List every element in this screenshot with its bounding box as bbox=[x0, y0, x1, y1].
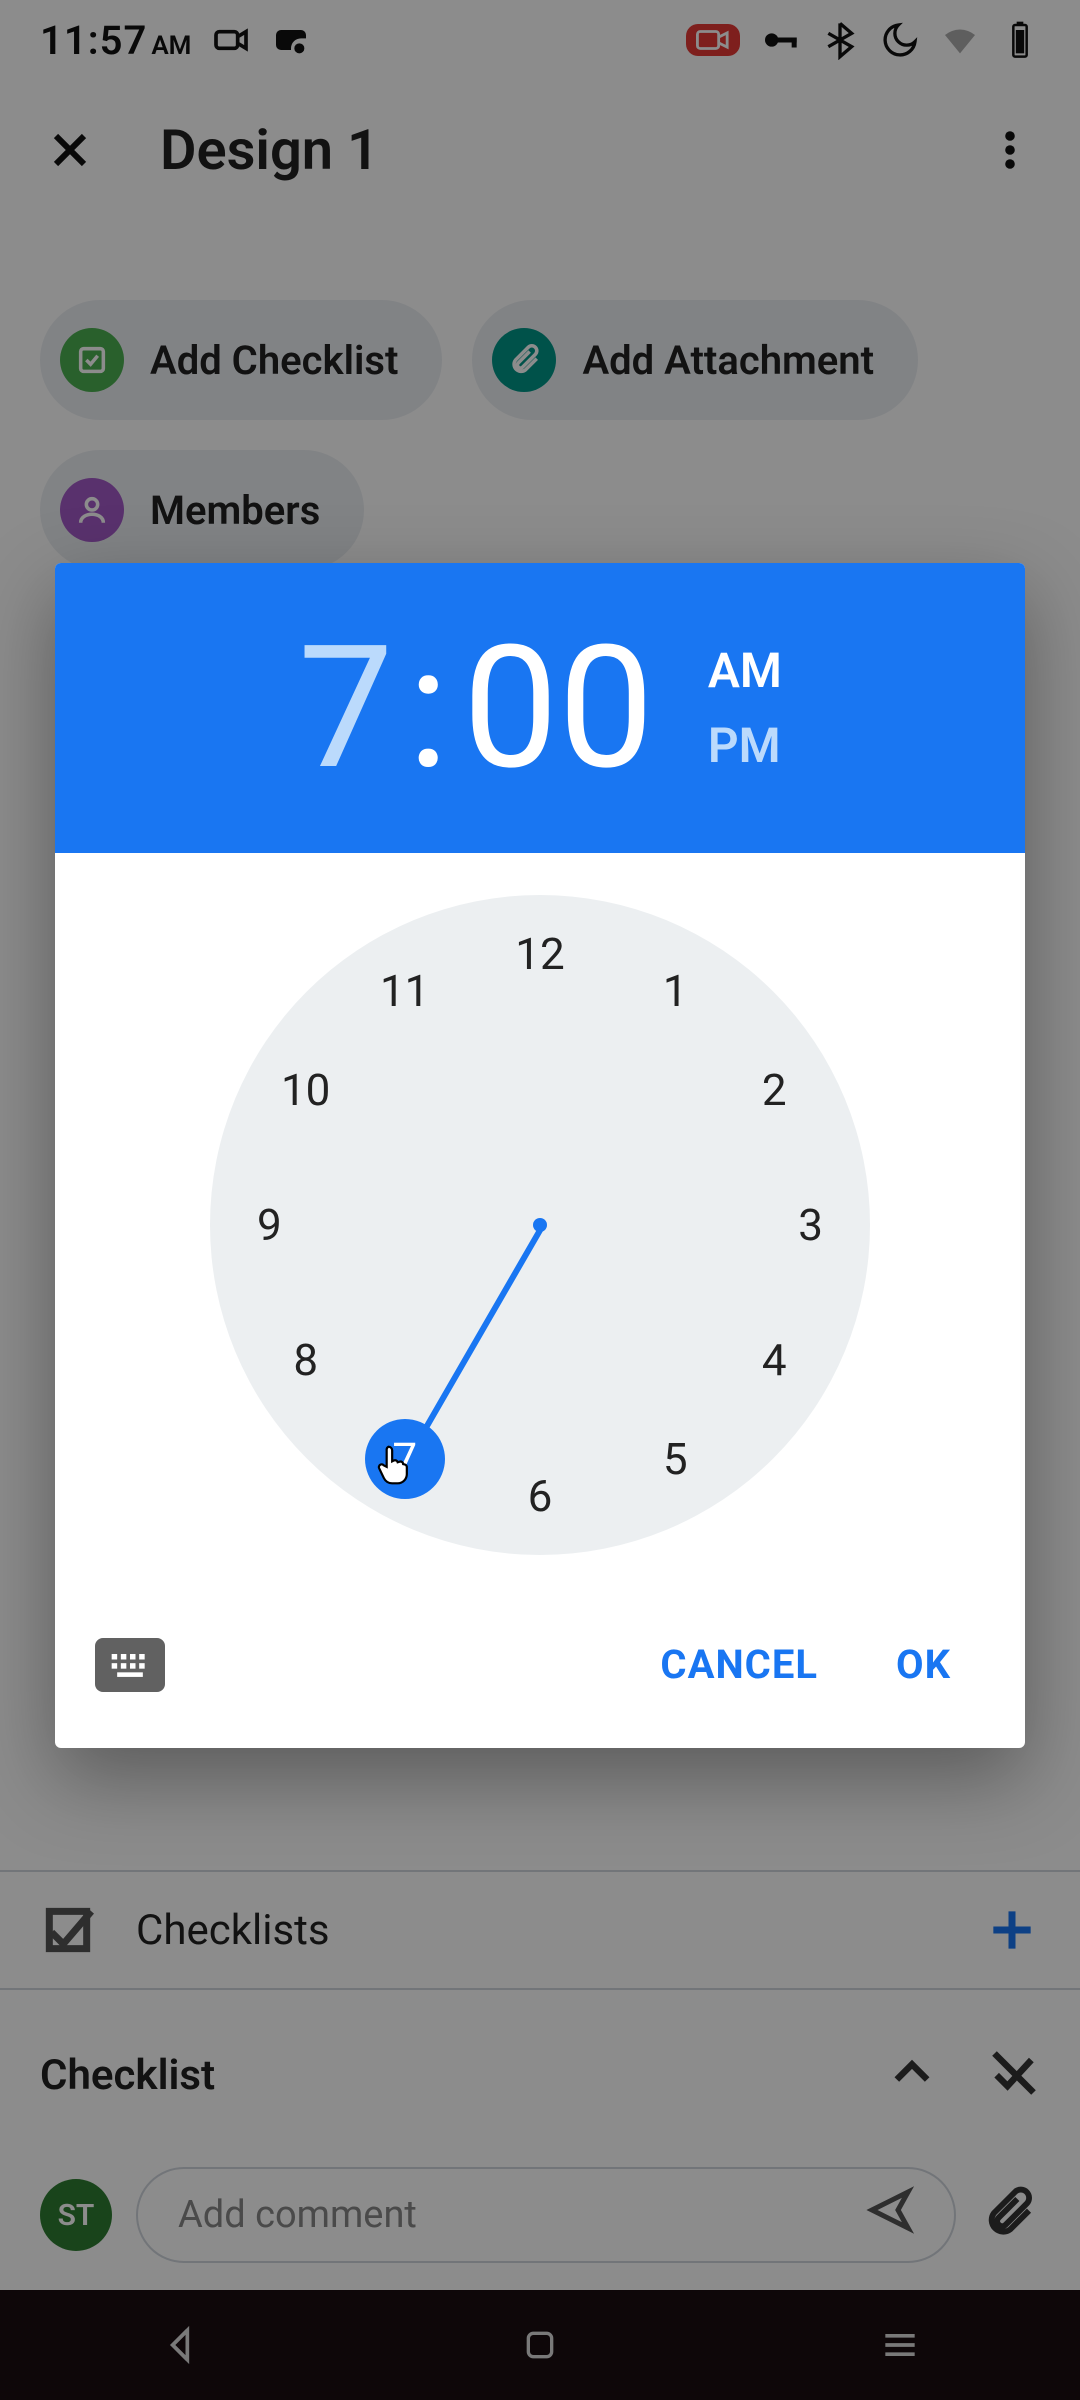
clock-hour-12[interactable]: 12 bbox=[500, 914, 580, 994]
clock-hand bbox=[410, 1224, 545, 1452]
time-picker-header: 7 : 00 AM PM bbox=[55, 563, 1025, 853]
time-colon: : bbox=[408, 623, 449, 793]
keyboard-input-button[interactable] bbox=[95, 1638, 165, 1692]
am-toggle[interactable]: AM bbox=[708, 642, 782, 699]
time-hour[interactable]: 7 bbox=[298, 623, 394, 793]
clock-hour-8[interactable]: 8 bbox=[266, 1320, 346, 1400]
clock-hour-2[interactable]: 2 bbox=[734, 1050, 814, 1130]
cancel-button[interactable]: CANCEL bbox=[626, 1621, 852, 1708]
time-picker-dialog: 7 : 00 AM PM 12 1 2 3 4 5 6 7 bbox=[55, 563, 1025, 1748]
pm-toggle[interactable]: PM bbox=[708, 717, 782, 774]
clock-hour-5[interactable]: 5 bbox=[635, 1419, 715, 1499]
clock-hour-11[interactable]: 11 bbox=[365, 951, 445, 1031]
clock-hour-7[interactable]: 7 bbox=[365, 1419, 445, 1499]
clock-hour-1[interactable]: 1 bbox=[635, 951, 715, 1031]
clock-hour-3[interactable]: 3 bbox=[771, 1185, 851, 1265]
time-minute[interactable]: 00 bbox=[463, 623, 654, 793]
ok-button[interactable]: OK bbox=[862, 1621, 985, 1708]
clock-hour-4[interactable]: 4 bbox=[734, 1320, 814, 1400]
clock-face[interactable]: 12 1 2 3 4 5 6 7 8 9 10 11 bbox=[210, 895, 870, 1555]
clock-hour-9[interactable]: 9 bbox=[229, 1185, 309, 1265]
clock-hour-10[interactable]: 10 bbox=[266, 1050, 346, 1130]
clock-hour-6[interactable]: 6 bbox=[500, 1456, 580, 1536]
